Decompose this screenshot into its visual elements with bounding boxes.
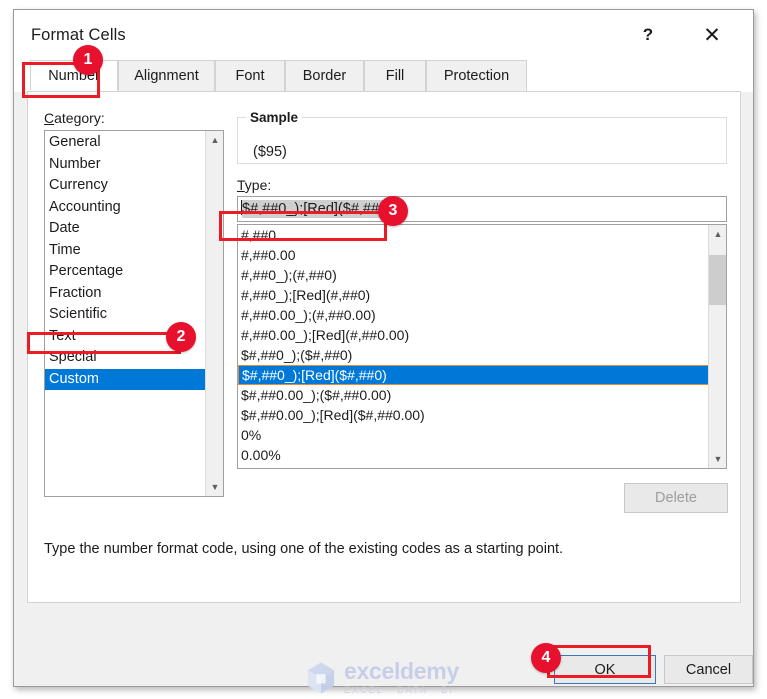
type-item[interactable]: #,##0.00_);[Red](#,##0.00) (238, 325, 709, 345)
cancel-button[interactable]: Cancel (664, 655, 753, 684)
type-item[interactable]: #,##0.00_);(#,##0.00) (238, 305, 709, 325)
annotation-badge-1: 1 (73, 45, 103, 75)
scroll-down-icon[interactable]: ▼ (206, 478, 223, 496)
close-icon[interactable]: ✕ (691, 18, 733, 52)
tab-fill[interactable]: Fill (364, 60, 426, 91)
title-bar: Format Cells ? ✕ (14, 10, 753, 60)
number-tab-panel: Category: General Number Currency Accountin… (27, 91, 741, 603)
scroll-up-icon[interactable]: ▲ (709, 225, 726, 243)
type-listbox[interactable]: #,##0 #,##0.00 #,##0_);(#,##0) #,##0_);[Red… (237, 224, 727, 469)
type-item[interactable]: 0% (238, 425, 709, 445)
type-input-value: $#,##0_);[Red]($#,##0) (242, 200, 392, 218)
hint-text: Type the number format code, using one o… (44, 541, 564, 557)
exceldemy-watermark: exceldemy EXCEL · DATA · BI (304, 658, 484, 698)
category-item-general[interactable]: General (45, 132, 205, 154)
type-item[interactable]: #,##0.00 (238, 245, 709, 265)
type-item[interactable]: $#,##0.00_);[Red]($#,##0.00) (238, 405, 709, 425)
format-cells-dialog: Format Cells ? ✕ Number Alignment Font B… (13, 9, 754, 695)
type-items: #,##0 #,##0.00 #,##0_);(#,##0) #,##0_);[Red… (238, 225, 709, 465)
category-item-accounting[interactable]: Accounting (45, 197, 205, 219)
category-listbox[interactable]: General Number Currency Accounting Date Time P… (44, 130, 224, 497)
scrollbar-thumb[interactable] (709, 255, 726, 305)
type-item[interactable]: $#,##0_);($#,##0) (238, 345, 709, 365)
watermark-name: exceldemy (344, 658, 459, 685)
tab-strip: Number Alignment Font Border Fill Protec… (14, 60, 753, 92)
scroll-down-icon[interactable]: ▼ (709, 450, 726, 468)
tab-font[interactable]: Font (215, 60, 285, 91)
tab-alignment[interactable]: Alignment (118, 60, 215, 91)
type-item[interactable]: 0.00% (238, 445, 709, 465)
sample-value: ($95) (253, 144, 287, 160)
category-item-date[interactable]: Date (45, 218, 205, 240)
dialog-title: Format Cells (31, 26, 126, 44)
annotation-badge-2: 2 (166, 322, 196, 352)
type-item[interactable]: $#,##0_);[Red]($#,##0) (238, 365, 709, 385)
type-item[interactable]: #,##0_);(#,##0) (238, 265, 709, 285)
delete-button[interactable]: Delete (624, 483, 728, 513)
category-item-number[interactable]: Number (45, 154, 205, 176)
category-item-currency[interactable]: Currency (45, 175, 205, 197)
type-input[interactable]: $#,##0_);[Red]($#,##0) (237, 196, 727, 222)
tab-border[interactable]: Border (285, 60, 364, 91)
type-scrollbar[interactable]: ▲ ▼ (708, 225, 726, 468)
category-label: Category: (44, 110, 105, 126)
scroll-up-icon[interactable]: ▲ (206, 131, 223, 149)
help-icon[interactable]: ? (627, 18, 669, 52)
watermark-tagline: EXCEL · DATA · BI (344, 685, 454, 696)
cube-logo-icon (307, 662, 335, 694)
ok-button[interactable]: OK (554, 655, 656, 684)
type-label: Type: (237, 177, 272, 193)
category-item-fraction[interactable]: Fraction (45, 283, 205, 305)
type-item[interactable]: #,##0 (238, 225, 709, 245)
type-item[interactable]: #,##0_);[Red](#,##0) (238, 285, 709, 305)
category-item-percentage[interactable]: Percentage (45, 261, 205, 283)
type-item[interactable]: $#,##0.00_);($#,##0.00) (238, 385, 709, 405)
annotation-badge-3: 3 (378, 196, 408, 226)
sample-legend: Sample (246, 110, 303, 125)
category-scrollbar[interactable]: ▲ ▼ (205, 131, 223, 496)
annotation-badge-4: 4 (531, 643, 561, 673)
sample-groupbox (237, 117, 727, 164)
tab-protection[interactable]: Protection (426, 60, 527, 91)
category-item-time[interactable]: Time (45, 240, 205, 262)
category-item-custom[interactable]: Custom (45, 368, 205, 390)
watermark-text: exceldemy EXCEL · DATA · BI (344, 660, 459, 695)
screenshot-root: Format Cells ? ✕ Number Alignment Font B… (0, 0, 767, 699)
